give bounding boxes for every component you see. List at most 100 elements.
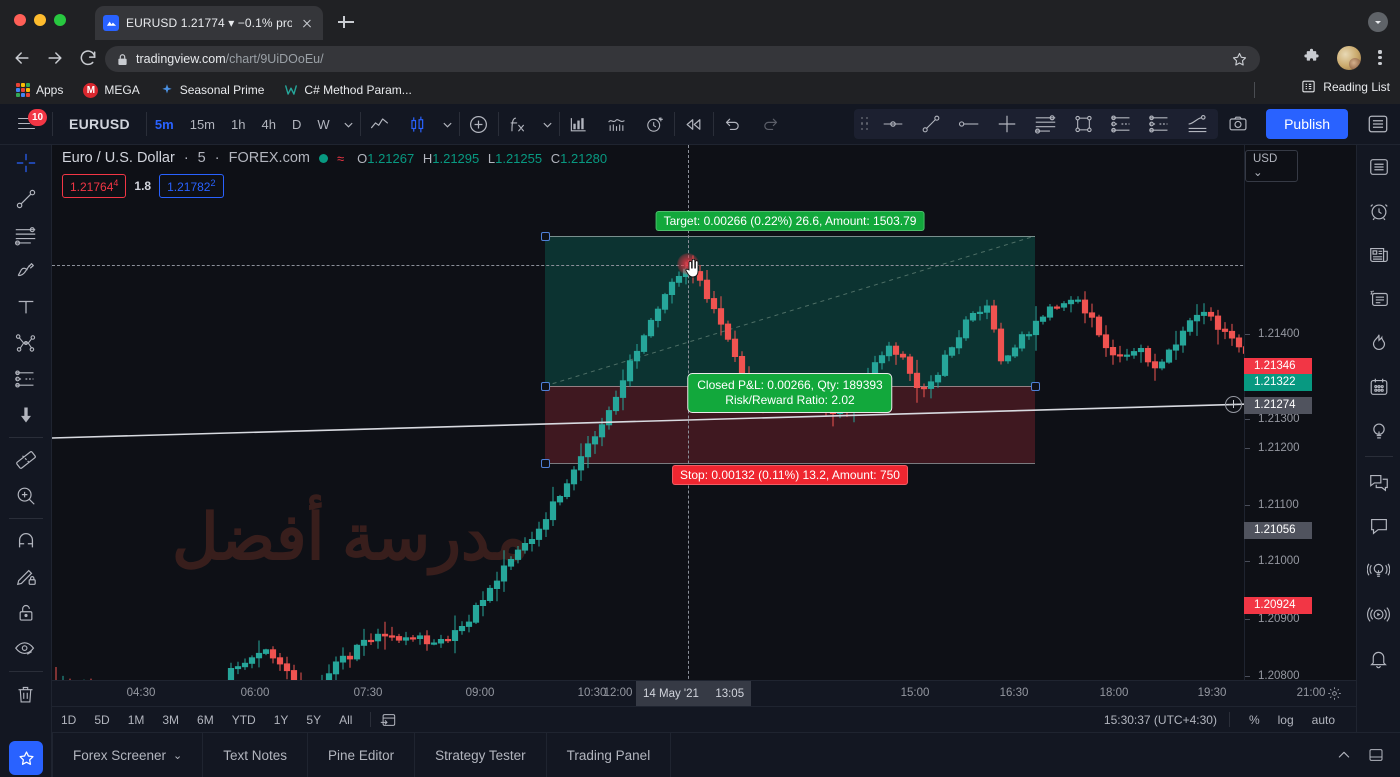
price-chip-grey[interactable]: 1.21274	[1244, 397, 1312, 414]
range-1d[interactable]: 1D	[52, 707, 85, 733]
ideas-lightbulb-icon[interactable]	[1357, 409, 1400, 453]
chevron-up-icon[interactable]	[1336, 747, 1352, 763]
layout-list-icon[interactable]	[1356, 104, 1400, 145]
price-chip-green[interactable]: 1.21322	[1244, 374, 1312, 391]
interval-1h[interactable]: 1h	[223, 117, 253, 132]
reading-list-button[interactable]: Reading List	[1301, 79, 1390, 94]
hotlist-fire-icon[interactable]	[1357, 321, 1400, 365]
rectangle-icon[interactable]	[1064, 109, 1102, 139]
price-chip-grey[interactable]: 1.21056	[1244, 522, 1312, 539]
rewind-icon[interactable]	[675, 104, 713, 145]
candles-icon[interactable]	[399, 104, 437, 145]
target-label[interactable]: Target: 0.00266 (0.22%) 26.6, Amount: 15…	[655, 211, 925, 231]
public-chats-icon[interactable]	[1357, 460, 1400, 504]
data-window-icon[interactable]	[1357, 277, 1400, 321]
interval-w[interactable]: W	[309, 117, 337, 132]
trend-line-icon[interactable]	[912, 109, 950, 139]
magnet-icon[interactable]	[0, 523, 52, 559]
range-all[interactable]: All	[330, 707, 361, 733]
fib-retracement-tool-icon[interactable]	[0, 217, 52, 253]
range-3m[interactable]: 3M	[153, 707, 188, 733]
profile-avatar[interactable]	[1337, 46, 1361, 70]
legend-exchange[interactable]: FOREX.com	[229, 150, 310, 166]
fx-icon[interactable]	[499, 104, 537, 145]
main-menu-button[interactable]: 10	[0, 104, 52, 145]
stay-in-drawing-mode-icon[interactable]	[0, 559, 52, 595]
trash-icon[interactable]	[0, 676, 52, 712]
go-to-date-icon[interactable]	[380, 712, 397, 728]
tab-trading-panel[interactable]: Trading Panel	[547, 732, 672, 777]
long-position-tool-icon[interactable]	[0, 361, 52, 397]
browser-tab[interactable]: EURUSD 1.21774 ▾ −0.1% prof	[95, 6, 323, 40]
symbol-search-button[interactable]: EURUSD	[53, 116, 146, 132]
range-5y[interactable]: 5Y	[297, 707, 330, 733]
range-5d[interactable]: 5D	[85, 707, 118, 733]
crosshair-cursor-icon[interactable]	[0, 145, 52, 181]
tab-pine-editor[interactable]: Pine Editor	[308, 732, 416, 777]
text-tool-icon[interactable]	[0, 289, 52, 325]
redo-arrow-icon[interactable]	[752, 104, 790, 145]
alerts-clock-icon[interactable]	[1357, 189, 1400, 233]
arrow-down-tool-icon[interactable]	[0, 397, 52, 433]
bookmark-apps[interactable]: Apps	[12, 78, 73, 102]
zoom-in-icon[interactable]	[0, 478, 52, 514]
financials-icon[interactable]	[598, 104, 636, 145]
trend-line-tool-icon[interactable]	[0, 181, 52, 217]
new-tab-icon[interactable]	[336, 12, 356, 32]
add-order-plus-icon[interactable]	[1225, 396, 1242, 413]
range-1y[interactable]: 1Y	[265, 707, 298, 733]
favorite-star-icon[interactable]	[9, 741, 43, 775]
line-chart-icon[interactable]	[361, 104, 399, 145]
window-traffic-lights[interactable]	[14, 14, 66, 26]
log-scale-toggle[interactable]: log	[1269, 707, 1303, 733]
bookmark-seasonal-prime[interactable]: Seasonal Prime	[150, 78, 275, 102]
hide-drawings-icon[interactable]	[0, 631, 52, 667]
chart-canvas[interactable]: مدرسة أفضل Target: 0.00266 (0.22%) 26.6,…	[52, 145, 1288, 764]
range-6m[interactable]: 6M	[188, 707, 223, 733]
camera-icon[interactable]	[1218, 104, 1258, 145]
tab-strategy-tester[interactable]: Strategy Tester	[415, 732, 547, 777]
panel-icon[interactable]	[1368, 747, 1384, 763]
close-icon[interactable]	[299, 15, 315, 31]
range-1m[interactable]: 1M	[119, 707, 154, 733]
bookmark-star-icon[interactable]	[1231, 51, 1248, 68]
broadcast-icon[interactable]	[1357, 592, 1400, 636]
price-axis[interactable]: USD ⌄ 1.21400 1.21300 1.21200 1.21100 1.2100…	[1225, 145, 1312, 764]
auto-scale-toggle[interactable]: auto	[1303, 707, 1344, 733]
window-collapse-icon[interactable]	[1368, 12, 1388, 32]
forward-arrow-icon[interactable]	[45, 48, 65, 68]
long-position-icon[interactable]	[1102, 109, 1140, 139]
stop-label[interactable]: Stop: 0.00132 (0.11%) 13.2, Amount: 750	[672, 465, 908, 485]
plus-circle-icon[interactable]	[460, 104, 498, 145]
price-chip-red[interactable]: 1.21346	[1244, 358, 1312, 375]
legend-interval[interactable]: 5	[198, 150, 206, 166]
short-position-icon[interactable]	[1140, 109, 1178, 139]
chevron-down-icon[interactable]	[437, 104, 459, 145]
time-axis[interactable]: 04:30 06:00 07:30 09:00 10:30 12:00 14 M…	[52, 680, 1356, 707]
minimize-window-button[interactable]	[34, 14, 46, 26]
undo-arrow-icon[interactable]	[714, 104, 752, 145]
back-arrow-icon[interactable]	[12, 48, 32, 68]
drag-grip-icon[interactable]	[856, 111, 874, 137]
news-icon[interactable]	[1357, 233, 1400, 277]
pitchfork-icon[interactable]	[1178, 109, 1216, 139]
ray-icon[interactable]	[950, 109, 988, 139]
brush-tool-icon[interactable]	[0, 253, 52, 289]
notifications-bell-icon[interactable]	[1357, 636, 1400, 680]
watchlist-icon[interactable]	[1357, 145, 1400, 189]
price-chip-red[interactable]: 1.20924	[1244, 597, 1312, 614]
kebab-menu-icon[interactable]	[1372, 48, 1388, 68]
alarm-clock-plus-icon[interactable]	[636, 104, 674, 145]
pattern-tool-icon[interactable]	[0, 325, 52, 361]
interval-4h[interactable]: 4h	[253, 117, 283, 132]
measure-ruler-icon[interactable]	[0, 442, 52, 478]
puzzle-piece-icon[interactable]	[1302, 48, 1322, 68]
lock-drawings-icon[interactable]	[0, 595, 52, 631]
fib-retracement-icon[interactable]	[1026, 109, 1064, 139]
horizontal-ray-icon[interactable]	[874, 109, 912, 139]
ask-price[interactable]: 1.217822	[159, 174, 224, 198]
interval-5m[interactable]: 5m	[147, 117, 182, 132]
chevron-down-icon[interactable]	[537, 104, 559, 145]
gear-icon[interactable]	[1327, 686, 1342, 701]
closed-pnl-label[interactable]: Closed P&L: 0.00266, Qty: 189393 Risk/Re…	[687, 373, 893, 413]
